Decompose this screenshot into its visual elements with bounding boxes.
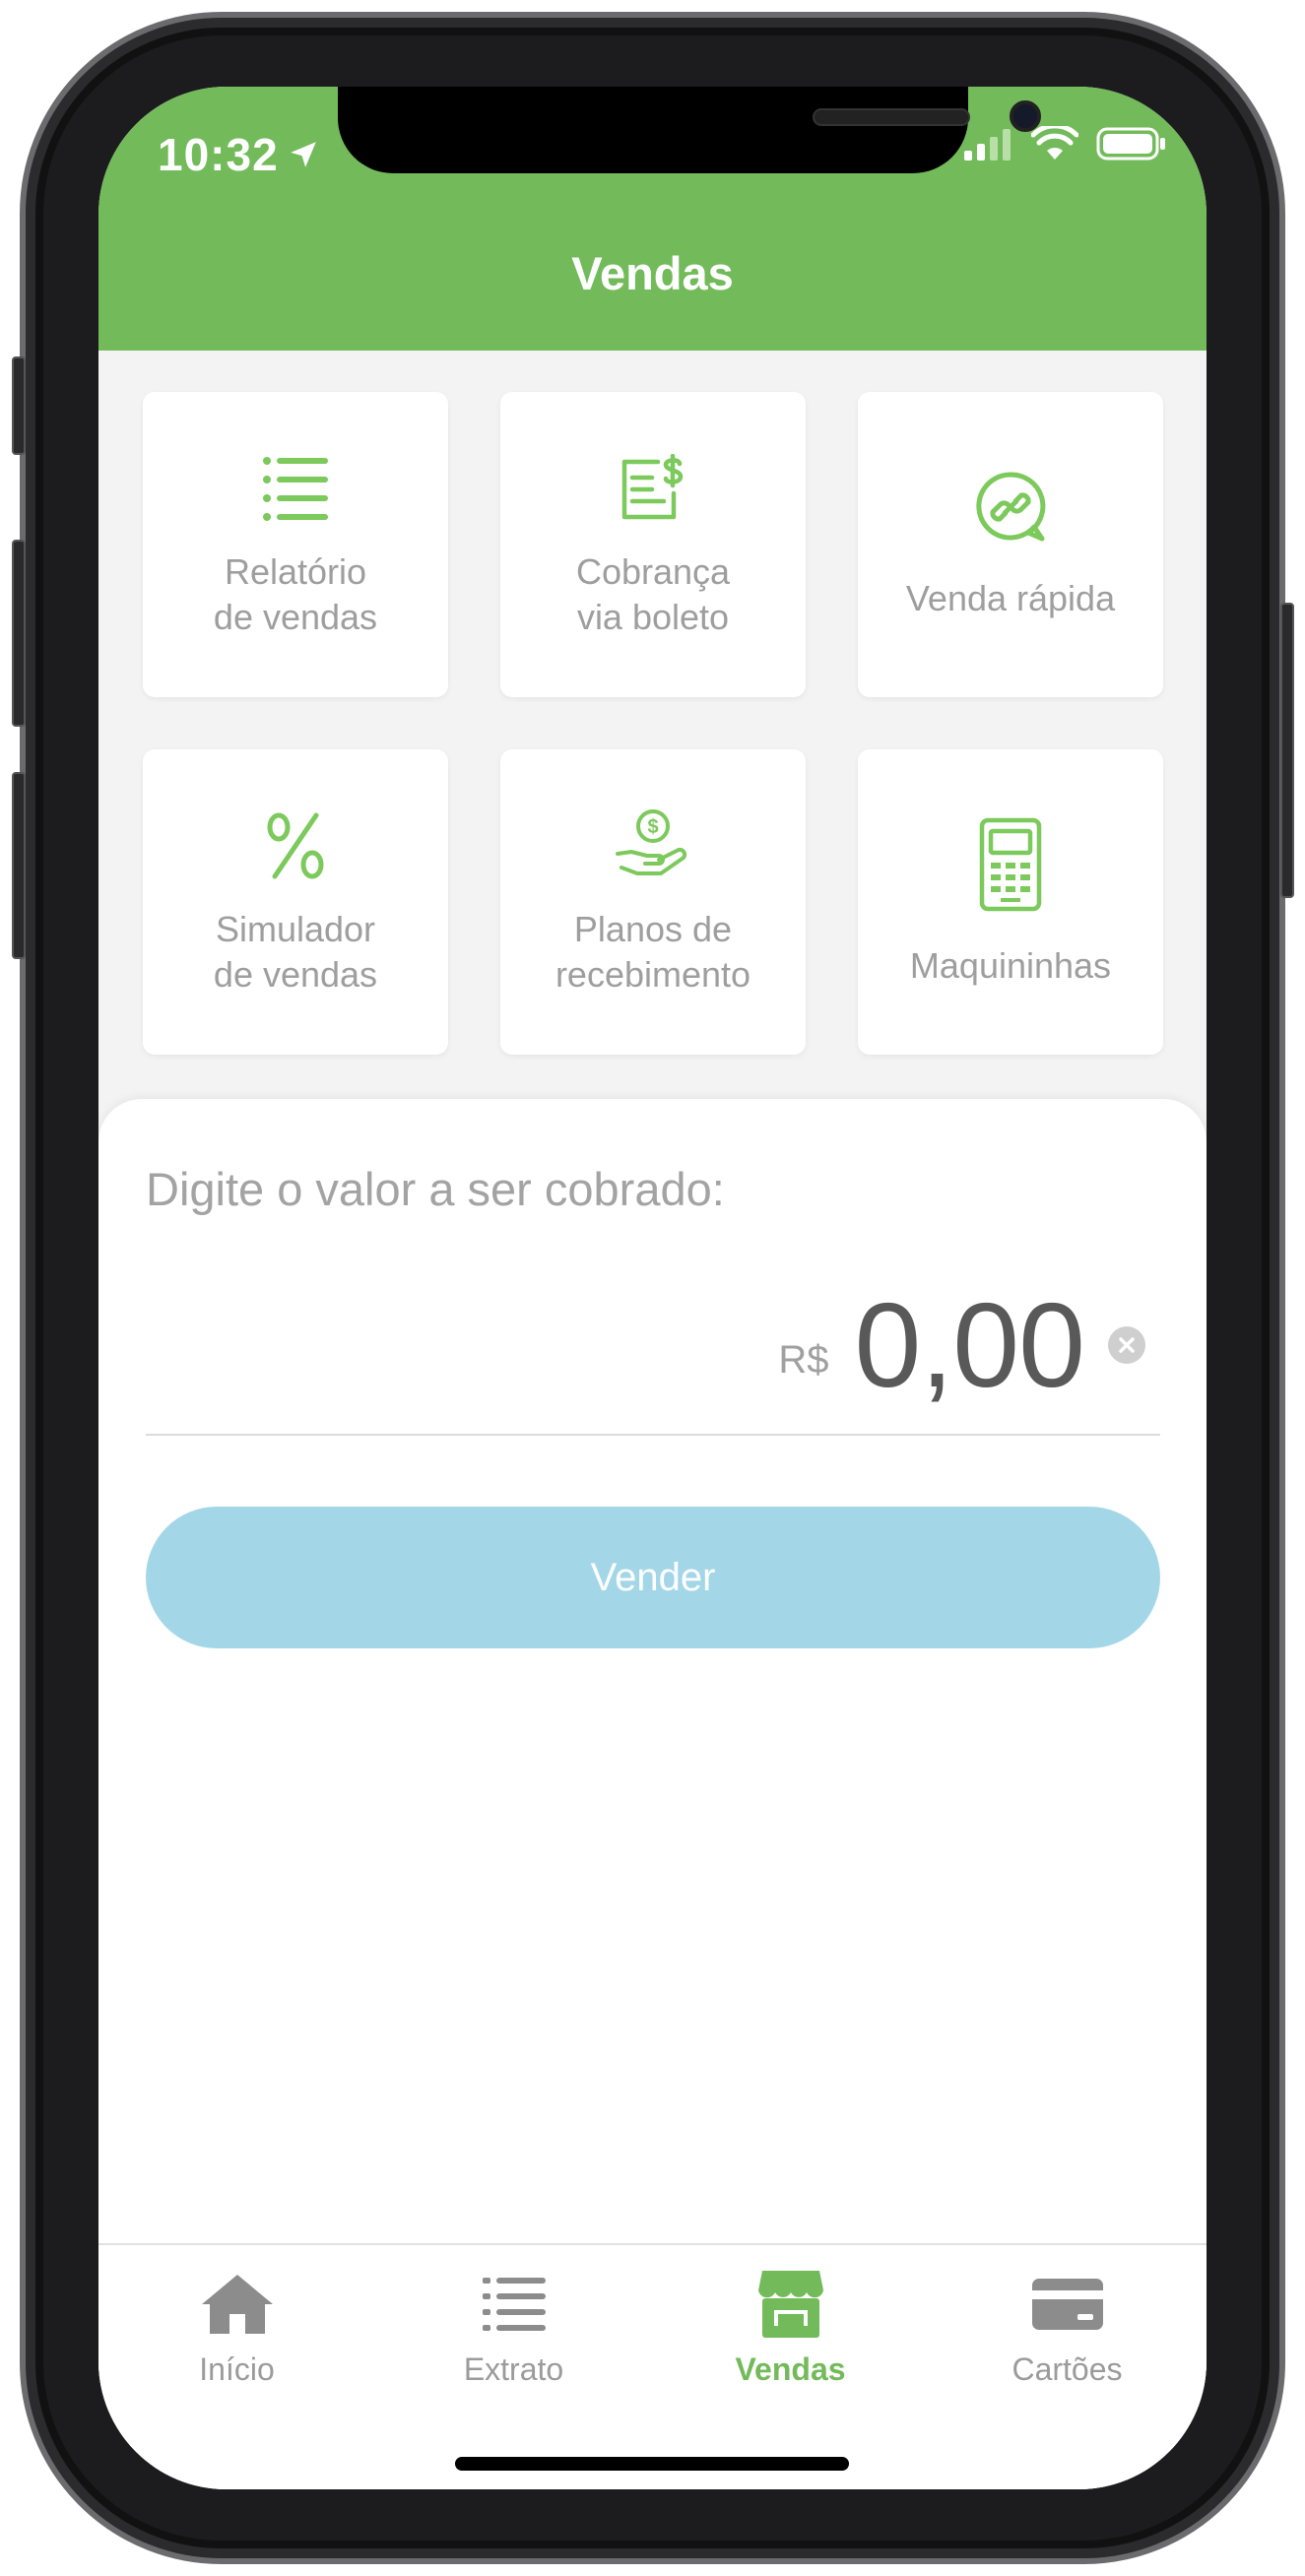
tile-label: Relatório de vendas (213, 551, 378, 637)
tab-inicio[interactable]: Início (98, 2267, 375, 2388)
phone-screen: 10:32 Vendas Relatório de vendas Cobranç… (98, 87, 1207, 2489)
tile-label: Simulador de vendas (213, 909, 378, 995)
page-title: Vendas (571, 247, 734, 299)
tab-label: Extrato (463, 2351, 564, 2387)
battery-icon (1096, 127, 1165, 161)
tab-extrato[interactable]: Extrato (375, 2267, 652, 2388)
tab-bar: Início Extrato Vendas Cartões (98, 2243, 1207, 2489)
signal-icon (964, 129, 1011, 161)
volume-up-button (12, 540, 26, 727)
svg-text:$: $ (647, 816, 658, 838)
tile-label: Maquininhas (909, 945, 1112, 986)
notch (338, 87, 1041, 173)
status-time-text: 10:32 (158, 129, 279, 180)
tile-card-machines[interactable]: Maquininhas (858, 749, 1163, 1055)
tile-sales-report[interactable]: Relatório de vendas (143, 392, 448, 697)
status-indicators (962, 126, 1167, 161)
close-icon (1119, 1337, 1135, 1353)
tab-cartoes[interactable]: Cartões (929, 2267, 1206, 2388)
amount-input[interactable]: R$ 0,00 (778, 1276, 1145, 1414)
currency-label: R$ (778, 1337, 829, 1382)
tile-receiving-plans[interactable]: $ Planos de recebimento (500, 749, 806, 1055)
home-icon (201, 2275, 273, 2334)
mute-switch (12, 356, 26, 455)
amount-underline (146, 1434, 1160, 1436)
tab-label: Cartões (1011, 2351, 1123, 2387)
front-camera (1010, 100, 1041, 132)
invoice-icon (621, 454, 684, 520)
link-chat-icon (976, 472, 1046, 542)
home-indicator[interactable] (455, 2457, 849, 2471)
wifi-icon (1031, 126, 1078, 160)
amount-prompt: Digite o valor a ser cobrado: (146, 1163, 725, 1215)
amount-value[interactable]: 0,00 (855, 1276, 1085, 1414)
tab-label: Início (199, 2351, 275, 2387)
tile-label: Planos de recebimento (555, 909, 751, 995)
speaker-grille (813, 108, 970, 126)
location-arrow-icon (290, 142, 316, 167)
volume-down-button (12, 772, 26, 959)
tile-boleto-billing[interactable]: Cobrança via boleto (500, 392, 806, 697)
tab-vendas[interactable]: Vendas (652, 2267, 929, 2388)
status-time: 10:32 (158, 128, 320, 181)
tile-label: Venda rápida (905, 578, 1116, 618)
card-icon (1031, 2279, 1103, 2330)
tile-quick-sale[interactable]: Venda rápida (858, 392, 1163, 697)
sell-button[interactable]: Vender (146, 1507, 1160, 1648)
tile-label: Cobrança via boleto (575, 551, 731, 637)
power-button (1280, 603, 1294, 898)
list-icon (482, 2278, 546, 2331)
clear-amount-button[interactable] (1108, 1326, 1145, 1364)
tile-sales-simulator[interactable]: Simulador de vendas (143, 749, 448, 1055)
hand-coin-icon: $ (616, 809, 687, 875)
percent-icon (267, 812, 324, 879)
card-machine-icon (979, 817, 1042, 912)
store-icon (757, 2271, 823, 2338)
tab-label: Vendas (735, 2351, 846, 2387)
list-icon (263, 457, 328, 521)
